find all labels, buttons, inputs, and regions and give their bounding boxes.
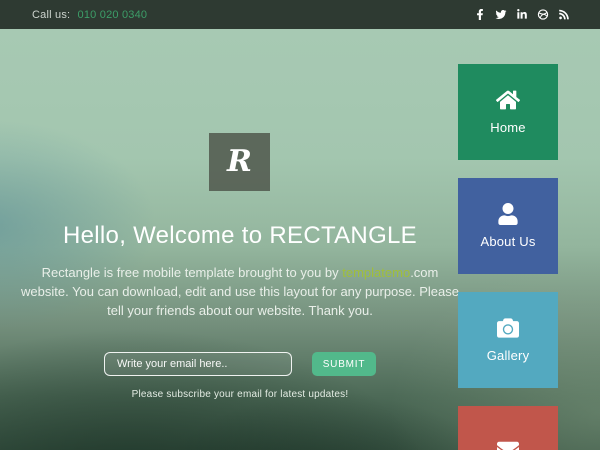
topbar: Call us: 010 020 0340 xyxy=(0,0,600,29)
nav-tile-label: Home xyxy=(490,120,525,135)
page: Call us: 010 020 0340 R Hello, Welcome xyxy=(0,0,600,450)
nav-tile-label: Gallery xyxy=(487,348,530,363)
intro-before: Rectangle is free mobile template brough… xyxy=(42,265,343,280)
dribbble-icon[interactable] xyxy=(537,9,549,20)
page-title: Hello, Welcome to RECTANGLE xyxy=(0,222,480,250)
logo-letter: R xyxy=(227,147,252,177)
home-icon xyxy=(496,89,520,111)
submit-button[interactable]: SUBMIT xyxy=(312,352,376,376)
heading-prefix: Hello, Welcome to xyxy=(63,222,269,249)
camera-icon xyxy=(496,317,520,339)
phone-number[interactable]: 010 020 0340 xyxy=(78,9,148,21)
linkedin-icon[interactable] xyxy=(516,9,528,20)
heading-brand: RECTANGLE xyxy=(269,222,417,249)
nav-tile-home[interactable]: Home xyxy=(458,64,558,160)
twitter-icon[interactable] xyxy=(495,9,507,20)
nav-tile-gallery[interactable]: Gallery xyxy=(458,292,558,388)
nav-tile-about-us[interactable]: About Us xyxy=(458,178,558,274)
envelope-icon xyxy=(496,439,520,450)
user-icon xyxy=(496,203,520,225)
intro-text: Rectangle is free mobile template brough… xyxy=(20,263,460,320)
social-links xyxy=(474,9,570,20)
subscribe-form: SUBMIT xyxy=(0,352,480,376)
call-us-label: Call us: xyxy=(32,9,70,21)
rss-icon[interactable] xyxy=(558,9,570,20)
email-input[interactable] xyxy=(104,352,292,376)
subscribe-note: Please subscribe your email for latest u… xyxy=(0,389,480,400)
logo[interactable]: R xyxy=(209,133,270,191)
facebook-icon[interactable] xyxy=(474,9,486,20)
nav-tile-label: About Us xyxy=(480,234,535,249)
nav-tile-contact[interactable] xyxy=(458,406,558,450)
call-us: Call us: 010 020 0340 xyxy=(32,9,147,21)
templatemo-link[interactable]: templatemo xyxy=(342,265,410,280)
